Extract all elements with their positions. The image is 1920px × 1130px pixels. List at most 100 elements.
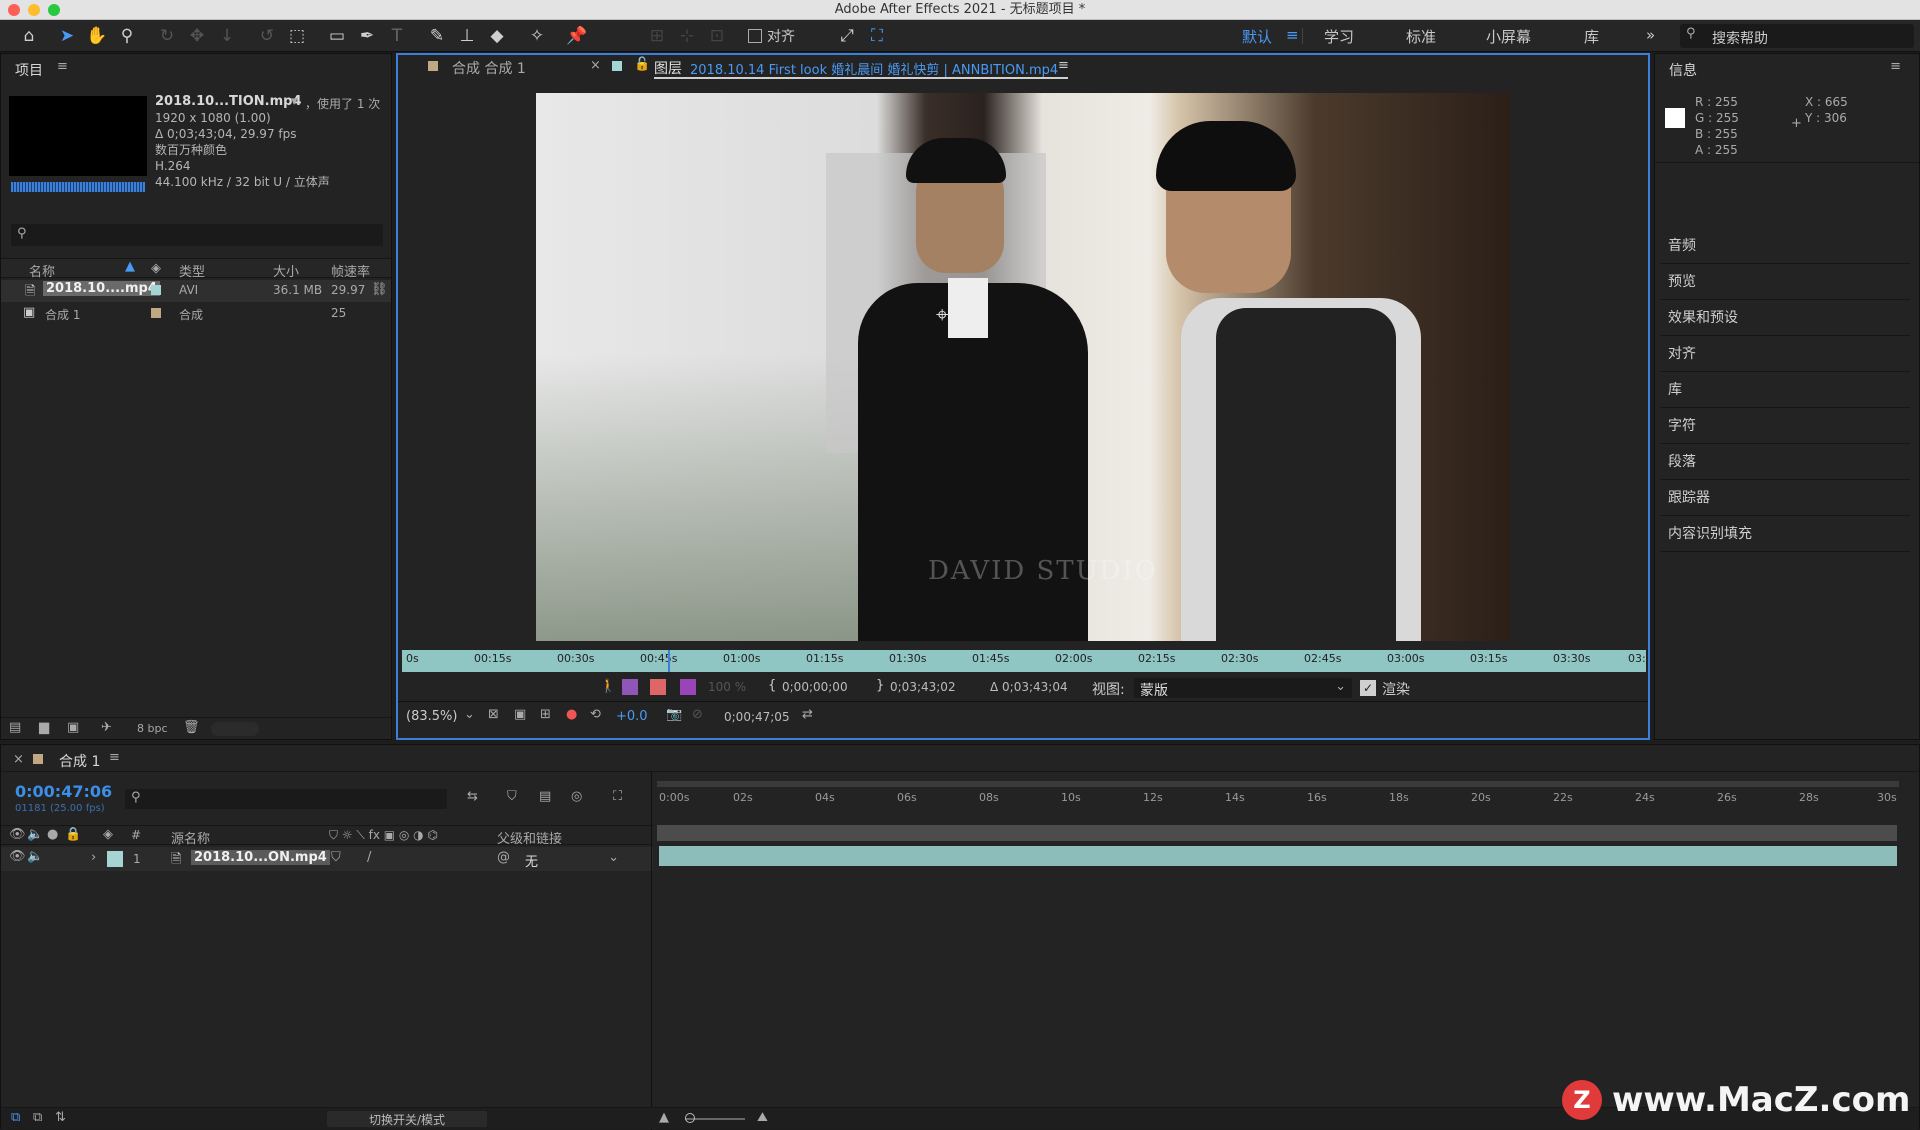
audio-icon[interactable]: 🔈: [27, 827, 43, 842]
eraser-tool-icon[interactable]: ◆: [486, 25, 508, 47]
workspace-learn[interactable]: 学习: [1324, 26, 1354, 47]
close-tab-icon[interactable]: ×: [13, 752, 24, 767]
puppet-icon[interactable]: [622, 679, 638, 695]
panel-menu-icon[interactable]: ≡: [1890, 59, 1901, 74]
tab-composition[interactable]: 合成 合成 1: [452, 58, 526, 78]
in-out-icon[interactable]: ⧉: [33, 1110, 42, 1125]
lock-icon[interactable]: 🔒: [65, 827, 81, 842]
audio-icon[interactable]: 🔈: [27, 849, 43, 864]
number-column-icon[interactable]: #: [131, 828, 141, 842]
workspace-library[interactable]: 库: [1584, 26, 1599, 47]
lock-icon[interactable]: 🔓: [634, 57, 650, 72]
show-snapshot-icon[interactable]: ⊘: [692, 707, 703, 722]
axis-mode-icon[interactable]: ⊞: [646, 25, 668, 47]
brush-tool-icon[interactable]: ✎: [426, 25, 448, 47]
panel-preview[interactable]: 预览: [1660, 264, 1910, 300]
render-checkbox[interactable]: ✓: [1360, 680, 1376, 696]
label-color-swatch[interactable]: [151, 285, 161, 295]
view-select[interactable]: 蒙版 ⌄: [1134, 678, 1352, 699]
project-row[interactable]: 🗎 2018.10....mp4 AVI 36.1 MB 29.97 ⛓: [1, 280, 391, 302]
hand-tool-icon[interactable]: ✋: [86, 25, 108, 47]
workspace-standard[interactable]: 标准: [1406, 26, 1436, 47]
timeline-ruler[interactable]: 0:00s 02s 04s 06s 08s 10s 12s 14s 16s 18…: [657, 781, 1899, 817]
orbit-camera-icon[interactable]: ↻: [156, 25, 178, 47]
panel-library[interactable]: 库: [1660, 372, 1910, 408]
column-name[interactable]: 名称: [29, 261, 55, 280]
snap-features-icon[interactable]: ⛶: [866, 25, 888, 47]
close-window-button[interactable]: [8, 4, 20, 16]
toggle-switches-modes-button[interactable]: 切换开关/模式: [327, 1111, 487, 1127]
align-checkbox[interactable]: [748, 29, 762, 43]
footage-name[interactable]: 2018.10...TION.mp4: [155, 94, 302, 109]
layer-name[interactable]: 2018.10...ON.mp4: [191, 850, 330, 865]
help-search-input[interactable]: ⚲ 搜索帮助: [1680, 24, 1914, 48]
frame-blending-icon[interactable]: ▤: [539, 789, 551, 804]
timeline-timecode[interactable]: 0:00:47:06: [15, 782, 112, 801]
timeline-marker-bar[interactable]: [657, 825, 1897, 841]
motion-path-icon[interactable]: 🚶: [600, 679, 616, 694]
label-tag-icon[interactable]: ◈: [103, 827, 113, 842]
in-point-icon[interactable]: {: [768, 678, 776, 693]
label-color-swatch[interactable]: [151, 308, 161, 318]
tab-layer-prefix[interactable]: 图层: [654, 58, 682, 78]
trash-icon[interactable]: 🗑: [183, 720, 200, 735]
motion-blur-icon[interactable]: ◎: [571, 789, 582, 804]
panel-menu-icon[interactable]: ≡: [57, 59, 68, 74]
out-point-value[interactable]: 0;03;43;02: [890, 680, 956, 694]
thumbnail-slider[interactable]: [211, 722, 259, 736]
project-row[interactable]: ▣ 合成 1 合成 25: [1, 303, 391, 325]
maximize-window-button[interactable]: [48, 4, 60, 16]
workspace-default[interactable]: 默认: [1242, 26, 1272, 47]
pen-tool-icon[interactable]: ✒: [356, 25, 378, 47]
eye-icon[interactable]: 👁: [9, 827, 26, 842]
transfer-icon[interactable]: ⇄: [802, 707, 813, 722]
panel-content-aware-fill[interactable]: 内容识别填充: [1660, 516, 1910, 552]
anchor-tool-icon[interactable]: ⬚: [286, 25, 308, 47]
layer-time-ruler[interactable]: 0s 00:15s 00:30s 00:45s 01:00s 01:15s 01…: [402, 650, 1646, 672]
parent-select[interactable]: 无 ⌄: [521, 849, 625, 870]
puppet-pin-icon[interactable]: 📌: [566, 25, 588, 47]
shy-layers-icon[interactable]: ⛉: [507, 789, 517, 804]
zoom-value[interactable]: (83.5%): [406, 709, 457, 724]
anchor-point-icon[interactable]: ⌖: [936, 303, 948, 328]
menu-icon[interactable]: ≡: [1286, 26, 1299, 44]
reset-exposure-icon[interactable]: ⟲: [590, 707, 601, 722]
in-point-value[interactable]: 0;00;00;00: [782, 680, 848, 694]
layer-duration-bar[interactable]: [659, 846, 1897, 866]
tab-layer-name[interactable]: 2018.10.14 First look 婚礼晨间 婚礼快剪 | ANNBIT…: [690, 59, 1058, 78]
switches-icons[interactable]: ⛉ ☼ ⟍ fx ▣ ◎ ◑ ⌬: [329, 828, 438, 843]
work-area-bar[interactable]: [657, 781, 1899, 787]
render-time-icon[interactable]: ⧉: [11, 1110, 20, 1125]
panel-paragraph[interactable]: 段落: [1660, 444, 1910, 480]
zoom-in-icon[interactable]: ⛰: [757, 1110, 768, 1125]
channel-icon[interactable]: ●: [566, 707, 577, 722]
panel-character[interactable]: 字符: [1660, 408, 1910, 444]
snapshot-icon[interactable]: 📷: [666, 707, 682, 722]
graph-editor-icon[interactable]: ⛶: [613, 789, 622, 804]
tab-timeline[interactable]: 合成 1: [59, 751, 100, 771]
interpret-footage-icon[interactable]: ▤: [9, 720, 21, 735]
world-axis-icon[interactable]: ⊹: [676, 25, 698, 47]
label-color-swatch[interactable]: [107, 851, 123, 867]
opacity-value[interactable]: 100 %: [708, 680, 746, 694]
zoom-slider-handle[interactable]: [685, 1113, 695, 1123]
view-axis-icon[interactable]: ⊡: [706, 25, 728, 47]
column-fps[interactable]: 帧速率: [331, 261, 370, 280]
out-point-icon[interactable]: }: [876, 678, 884, 693]
render-queue-icon[interactable]: ✈: [101, 720, 112, 735]
pan-camera-icon[interactable]: ✥: [186, 25, 208, 47]
panel-tracker[interactable]: 跟踪器: [1660, 480, 1910, 516]
rotate-tool-icon[interactable]: ↺: [256, 25, 278, 47]
new-composition-icon[interactable]: ▣: [67, 720, 79, 735]
timeline-search-input[interactable]: ⚲: [125, 789, 447, 809]
label-tag-icon[interactable]: ◈: [151, 261, 161, 276]
workspace-small-screen[interactable]: 小屏幕: [1486, 26, 1531, 47]
home-icon[interactable]: ⌂: [18, 25, 40, 47]
quality-switch-icon[interactable]: /: [367, 850, 371, 865]
bit-depth-button[interactable]: 8 bpc: [137, 722, 168, 735]
new-folder-icon[interactable]: ▆: [39, 720, 49, 735]
exposure-value[interactable]: +0.0: [616, 709, 648, 724]
panel-align[interactable]: 对齐: [1660, 336, 1910, 372]
current-timecode[interactable]: 0;00;47;05: [724, 710, 790, 724]
more-workspaces-icon[interactable]: »: [1646, 26, 1655, 44]
